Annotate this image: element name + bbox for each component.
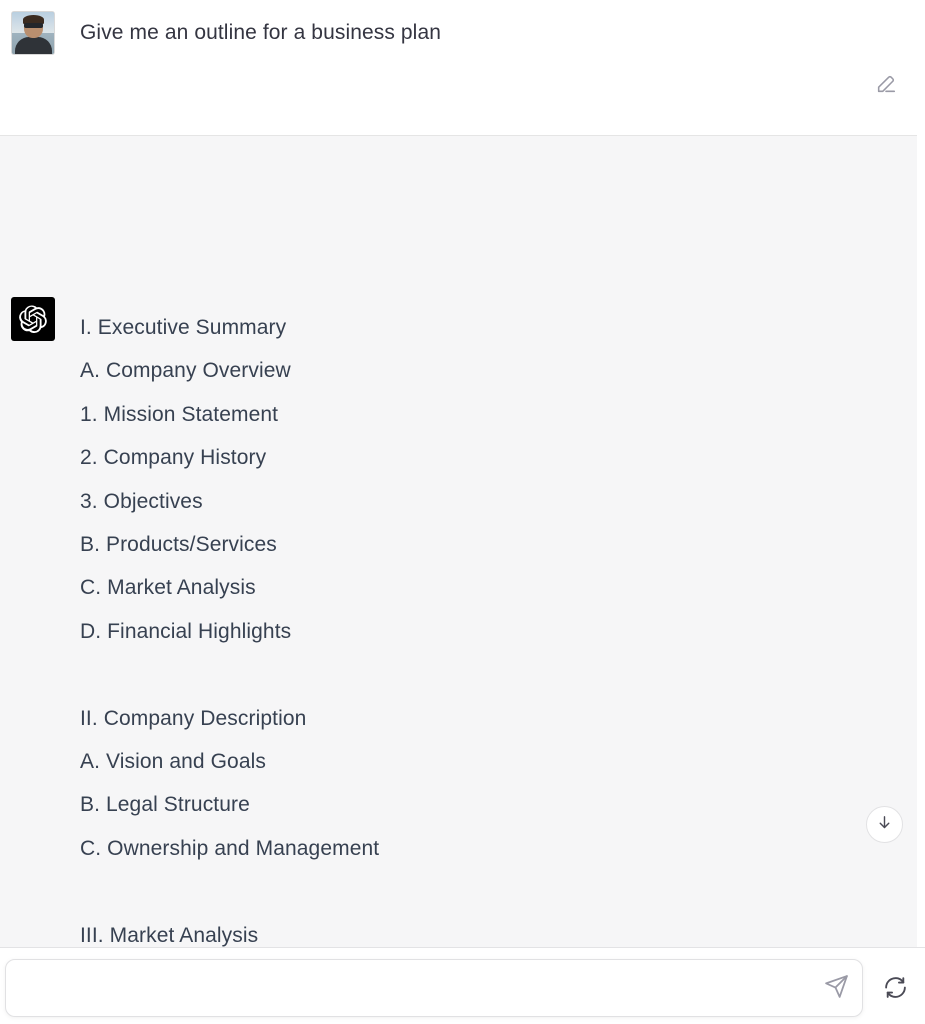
outline-line: 3. Objectives: [80, 489, 203, 513]
regenerate-button[interactable]: [878, 972, 912, 1006]
outline-line: III. Market Analysis: [80, 923, 259, 947]
send-paper-plane-icon: [824, 974, 849, 1002]
assistant-message-turn: I. Executive Summary A. Company Overview…: [0, 136, 925, 947]
conversation-scroll-area[interactable]: Give me an outline for a business plan I…: [0, 0, 925, 947]
outline-line: C. Market Analysis: [80, 576, 256, 600]
outline-line: II. Company Description: [80, 706, 307, 730]
outline-line: 1. Mission Statement: [80, 402, 279, 426]
composer-bar: [0, 947, 925, 1024]
user-message-text: Give me an outline for a business plan: [80, 21, 442, 44]
outline-line: C. Ownership and Management: [80, 836, 380, 860]
outline-line: D. Financial Highlights: [80, 619, 292, 643]
refresh-regenerate-icon: [883, 975, 908, 1003]
message-input[interactable]: [6, 961, 810, 1015]
outline-line: 2. Company History: [80, 446, 267, 470]
edit-message-button[interactable]: [873, 73, 899, 99]
user-avatar-photo: [11, 11, 55, 55]
chat-app: Give me an outline for a business plan I…: [0, 0, 925, 1024]
avatar-torso: [15, 37, 52, 54]
outline-line-blank: [80, 653, 870, 696]
arrow-down-icon: [876, 814, 893, 836]
edit-pencil-square-icon: [875, 73, 897, 100]
assistant-avatar: [11, 297, 55, 341]
openai-logo-icon: [19, 305, 47, 333]
assistant-outline-list: I. Executive Summary A. Company Overview…: [80, 306, 870, 947]
outline-line: B. Legal Structure: [80, 793, 250, 817]
scroll-to-bottom-button[interactable]: [866, 806, 903, 843]
outline-line: A. Vision and Goals: [80, 750, 266, 774]
page-right-edge: [917, 0, 925, 947]
outline-line: A. Company Overview: [80, 359, 291, 383]
composer-input-container[interactable]: [5, 959, 863, 1017]
outline-line: I. Executive Summary: [80, 316, 287, 339]
outline-line-blank: [80, 870, 870, 913]
avatar-sunglasses: [24, 23, 43, 28]
outline-line: B. Products/Services: [80, 533, 277, 557]
user-message-turn: Give me an outline for a business plan: [0, 0, 925, 136]
send-button[interactable]: [810, 961, 862, 1015]
